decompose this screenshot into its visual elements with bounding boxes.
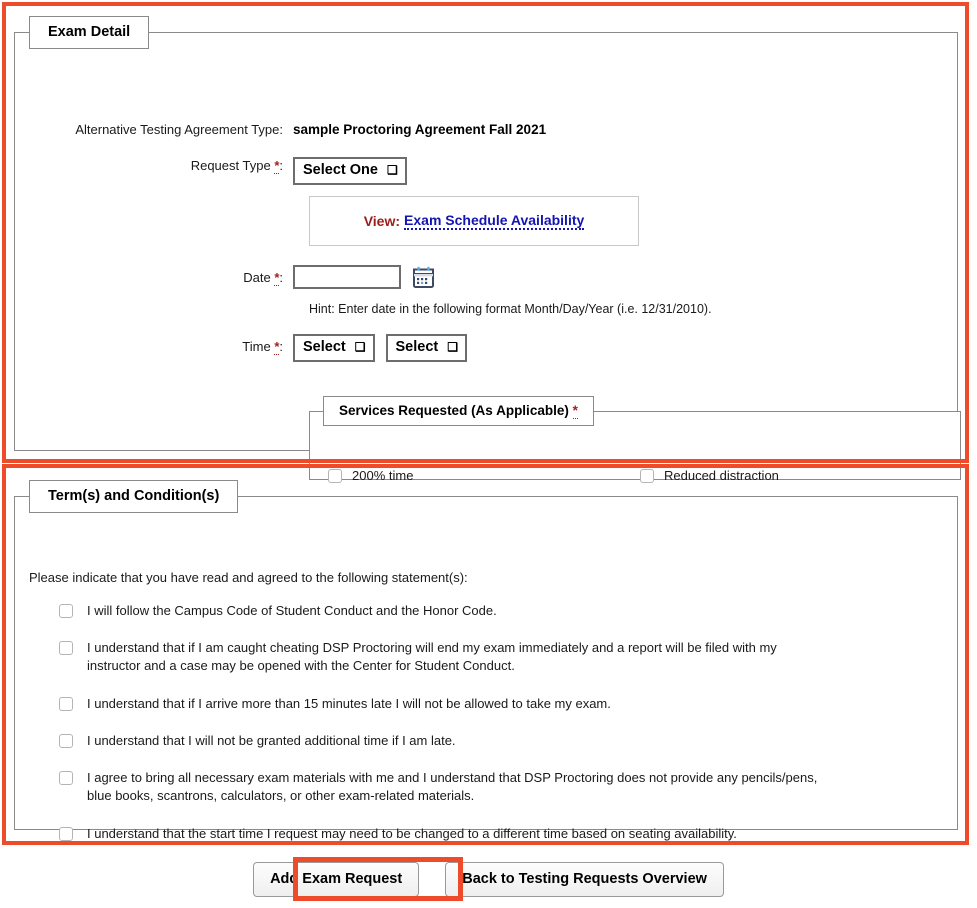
view-label-text: View (363, 213, 396, 229)
add-exam-request-button[interactable]: Add Exam Request (253, 862, 420, 897)
agreement-type-label: Alternative Testing Agreement Type: (75, 122, 283, 137)
terms-and-conditions-legend-label: Term(s) and Condition(s) (48, 488, 220, 504)
agreement-type-row: Alternative Testing Agreement Type: samp… (43, 121, 546, 139)
list-item: I understand that I will not be granted … (59, 732, 819, 750)
list-item: I understand that if I am caught cheatin… (59, 639, 819, 675)
time-label-text: Time (242, 339, 271, 354)
view-label-separator: : (395, 213, 401, 229)
request-type-label-text: Request Type (190, 158, 271, 173)
term-text: I understand that I will not be granted … (87, 733, 456, 748)
request-type-label: Request Type *: (43, 157, 293, 175)
date-label: Date *: (43, 265, 293, 291)
date-colon: : (279, 270, 283, 285)
exam-detail-legend: Exam Detail (29, 16, 150, 49)
exam-schedule-availability-box: View: Exam Schedule Availability (309, 196, 639, 246)
services-requested-legend-label: Services Requested (As Applicable) * (324, 397, 593, 425)
list-item: I will follow the Campus Code of Student… (59, 602, 819, 620)
services-requested-panel: Services Requested (As Applicable) * 200… (309, 396, 961, 483)
term-text: I understand that if I arrive more than … (87, 696, 611, 711)
request-type-select[interactable]: Select One ❏ (293, 157, 407, 185)
exam-detail-legend-label: Exam Detail (48, 24, 131, 40)
time-label: Time *: (43, 334, 293, 360)
terms-and-conditions-legend: Term(s) and Condition(s) (29, 480, 239, 513)
exam-detail-panel: Exam Detail Alternative Testing Agreemen… (14, 16, 961, 483)
list-item: I understand that the start time I reque… (59, 825, 819, 843)
terms-intro-text: Please indicate that you have read and a… (29, 570, 468, 585)
term-checkbox-3[interactable] (59, 734, 73, 748)
calendar-icon-svg (413, 266, 434, 288)
agreement-type-value: sample Proctoring Agreement Fall 2021 (293, 122, 547, 137)
date-row: Date *: (43, 265, 435, 291)
request-type-colon: : (279, 158, 283, 173)
term-text: I will follow the Campus Code of Student… (87, 603, 497, 618)
list-item: I understand that if I arrive more than … (59, 695, 819, 713)
time-colon: : (279, 339, 283, 354)
exam-detail-body: Alternative Testing Agreement Type: samp… (15, 49, 961, 483)
time-hour-selected-value: Select (303, 339, 346, 355)
services-requested-legend: Services Requested (As Applicable) * (323, 396, 594, 426)
terms-and-conditions-panel: Term(s) and Condition(s) Please indicate… (14, 480, 958, 841)
term-checkbox-5[interactable] (59, 827, 73, 841)
chevron-down-icon: ❏ (386, 163, 398, 177)
date-label-text: Date (243, 270, 271, 285)
date-format-hint: Hint: Enter date in the following format… (309, 302, 712, 316)
date-input[interactable] (293, 265, 401, 289)
footer-actions: Add Exam Request Back to Testing Request… (0, 862, 977, 897)
term-text: I agree to bring all necessary exam mate… (87, 770, 818, 803)
term-text: I understand that if I am caught cheatin… (87, 640, 777, 673)
required-asterisk-icon: * (572, 403, 578, 419)
list-item: I agree to bring all necessary exam mate… (59, 769, 819, 805)
back-to-testing-requests-overview-button[interactable]: Back to Testing Requests Overview (445, 862, 724, 897)
term-checkbox-0[interactable] (59, 604, 73, 618)
time-row: Time *: Select ❏ Select ❏ (43, 334, 467, 362)
time-minute-selected-value: Select (395, 339, 439, 355)
calendar-icon[interactable] (412, 266, 435, 289)
time-hour-select[interactable]: Select ❏ (293, 334, 375, 362)
exam-schedule-availability-link[interactable]: Exam Schedule Availability (404, 212, 585, 230)
term-text: I understand that the start time I reque… (87, 826, 737, 841)
term-checkbox-2[interactable] (59, 697, 73, 711)
chevron-down-icon: ❏ (447, 340, 458, 354)
chevron-down-icon: ❏ (354, 340, 366, 354)
services-requested-legend-text: Services Requested (As Applicable) (339, 403, 569, 418)
request-type-selected-value: Select One (303, 162, 378, 178)
term-checkbox-1[interactable] (59, 641, 73, 655)
request-type-row: Request Type *: Select One ❏ (43, 157, 407, 185)
term-checkbox-4[interactable] (59, 771, 73, 785)
view-label: View: (364, 213, 400, 229)
time-minute-select[interactable]: Select ❏ (385, 334, 467, 362)
